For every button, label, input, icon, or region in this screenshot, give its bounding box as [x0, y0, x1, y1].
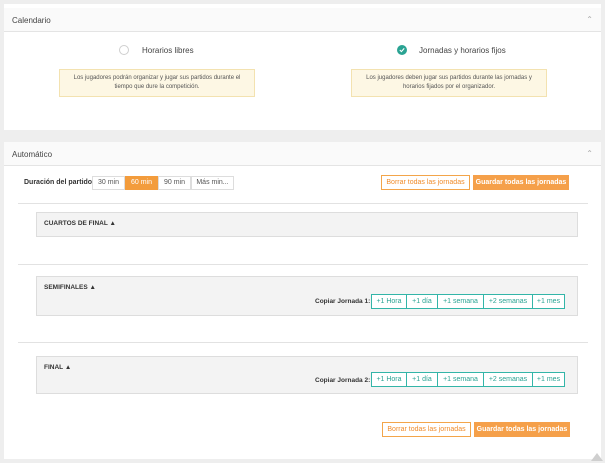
option-jornadas-fijas-label[interactable]: Jornadas y horarios fijos: [419, 46, 506, 55]
copy-j1-plus-week[interactable]: +1 semana: [437, 294, 484, 309]
copy-jornada-1-label: Copiar Jornada 1:: [315, 298, 371, 305]
calendario-header[interactable]: Calendario ⌃: [4, 8, 601, 32]
note-horarios-libres: Los jugadores podrán organizar y jugar s…: [59, 69, 255, 97]
save-all-button-bottom[interactable]: Guardar todas las jornadas: [474, 422, 570, 437]
option-horarios-libres-label[interactable]: Horarios libres: [142, 46, 194, 55]
automatico-title: Automático: [12, 150, 53, 159]
duration-90-button[interactable]: 90 min: [158, 176, 191, 190]
note-jornadas-fijas: Los jugadores deben jugar sus partidos d…: [351, 69, 547, 97]
chevron-up-icon[interactable]: ⌃: [586, 15, 593, 24]
phase-final-label: FINAL: [44, 364, 64, 371]
panel-separator: [4, 130, 601, 142]
scroll-corner-icon[interactable]: [591, 453, 603, 461]
divider: [18, 203, 588, 204]
chevron-up-icon[interactable]: ▲: [110, 220, 116, 227]
duration-60-button[interactable]: 60 min: [125, 176, 158, 190]
chevron-up-icon[interactable]: ▲: [90, 284, 96, 291]
duration-label: Duración del partido:: [24, 179, 95, 186]
copy-jornada-2-label: Copiar Jornada 2:: [315, 377, 371, 384]
phase-cuartos: CUARTOS DE FINAL ▲: [36, 212, 578, 237]
divider: [18, 342, 588, 343]
copy-j2-plus-hour[interactable]: +1 Hora: [371, 372, 407, 387]
page: Calendario ⌃ Horarios libres Los jugador…: [4, 4, 601, 459]
copy-j2-plus-month[interactable]: +1 mes: [532, 372, 565, 387]
phase-final-title[interactable]: FINAL ▲: [44, 364, 71, 371]
copy-j2-plus-day[interactable]: +1 día: [406, 372, 438, 387]
chevron-up-icon[interactable]: ▲: [65, 364, 71, 371]
duration-more-button[interactable]: Más min...: [191, 176, 234, 190]
phase-cuartos-title[interactable]: CUARTOS DE FINAL ▲: [44, 220, 116, 227]
phase-semifinales-title[interactable]: SEMIFINALES ▲: [44, 284, 96, 291]
copy-j1-plus-day[interactable]: +1 día: [406, 294, 438, 309]
divider: [18, 264, 588, 265]
calendario-title: Calendario: [12, 16, 51, 25]
copy-j1-plus-2-weeks[interactable]: +2 semanas: [483, 294, 533, 309]
duration-30-button[interactable]: 30 min: [92, 176, 125, 190]
clear-all-button-top[interactable]: Borrar todas las jornadas: [381, 175, 470, 190]
copy-j1-plus-hour[interactable]: +1 Hora: [371, 294, 407, 309]
save-all-button-top[interactable]: Guardar todas las jornadas: [473, 175, 569, 190]
copy-j1-plus-month[interactable]: +1 mes: [532, 294, 565, 309]
chevron-up-icon[interactable]: ⌃: [586, 149, 593, 158]
phase-cuartos-label: CUARTOS DE FINAL: [44, 220, 108, 227]
automatico-header[interactable]: Automático ⌃: [4, 142, 601, 166]
copy-j2-plus-2-weeks[interactable]: +2 semanas: [483, 372, 533, 387]
phase-semifinales-label: SEMIFINALES: [44, 284, 88, 291]
copy-j2-plus-week[interactable]: +1 semana: [437, 372, 484, 387]
radio-jornadas-fijas[interactable]: [397, 45, 407, 55]
radio-horarios-libres[interactable]: [119, 45, 129, 55]
clear-all-button-bottom[interactable]: Borrar todas las jornadas: [382, 422, 471, 437]
check-icon: [399, 48, 405, 53]
